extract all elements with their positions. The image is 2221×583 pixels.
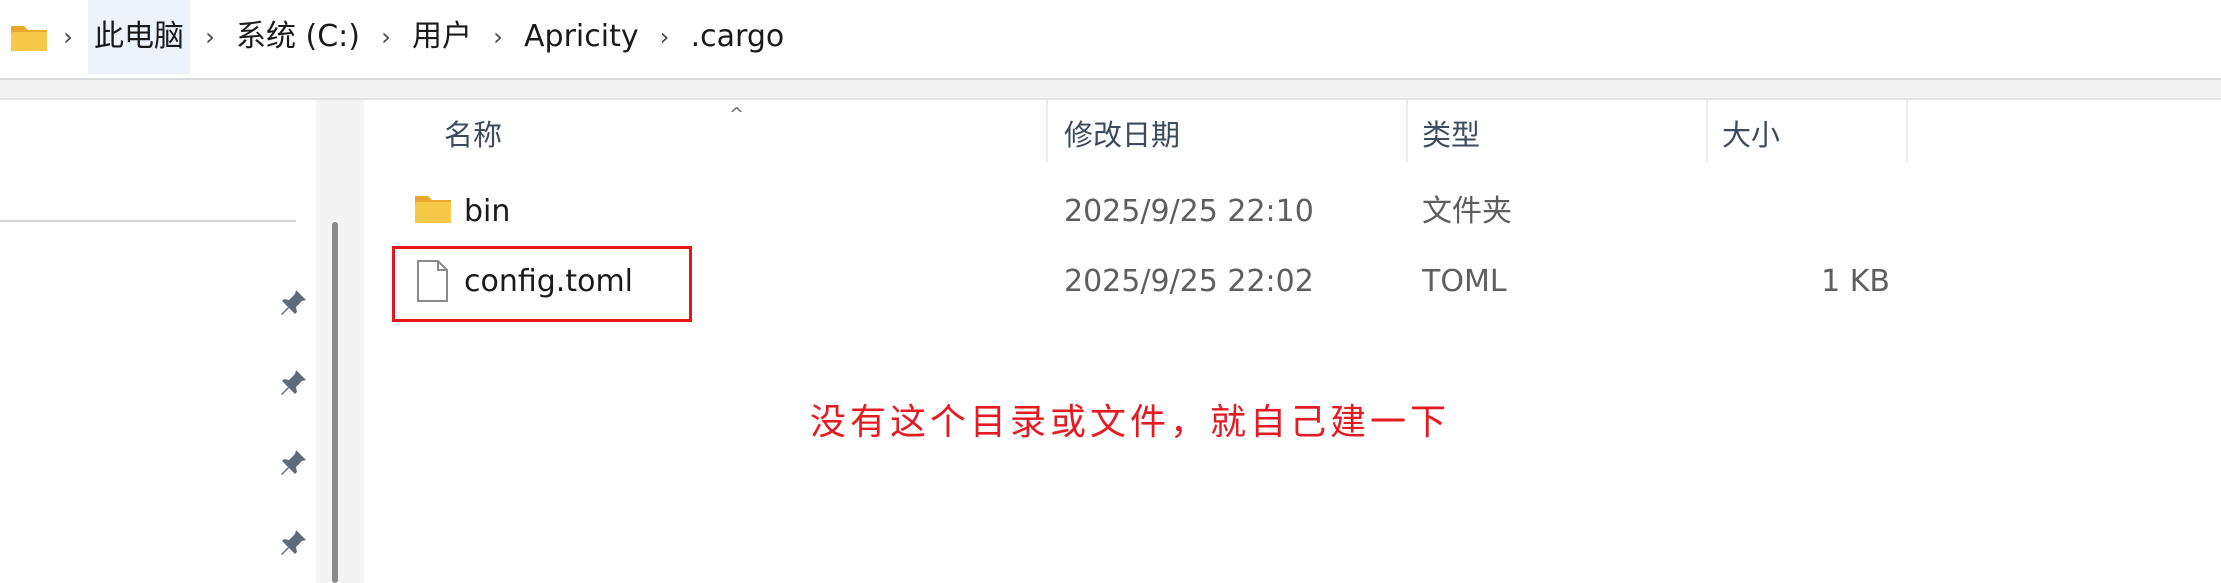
file-type: TOML (1422, 264, 1507, 299)
pin-icon[interactable] (278, 526, 310, 558)
breadcrumb-users[interactable]: 用户 (406, 0, 478, 74)
breadcrumb-drive-c[interactable]: 系统 (C:) (230, 0, 366, 74)
breadcrumb-apricity[interactable]: Apricity (518, 0, 645, 74)
chevron-right-icon[interactable]: › (478, 23, 518, 51)
breadcrumb-this-pc[interactable]: 此电脑 (88, 0, 190, 74)
column-header-name[interactable]: 名称 (444, 100, 502, 170)
chevron-right-icon[interactable]: › (366, 23, 406, 51)
folder-icon (414, 192, 452, 232)
file-size: 1 KB (1821, 264, 1890, 299)
highlight-box (392, 246, 692, 322)
column-header-modified[interactable]: 修改日期 (1064, 100, 1180, 170)
address-bar[interactable]: › 此电脑 › 系统 (C:) › 用户 › Apricity › .cargo (0, 0, 2221, 80)
chevron-right-icon[interactable]: › (48, 23, 88, 51)
folder-icon (10, 22, 48, 52)
file-row-bin[interactable]: bin 2025/9/25 22:10 文件夹 (364, 180, 1864, 244)
chevron-right-icon[interactable]: › (645, 23, 685, 51)
chevron-right-icon[interactable]: › (190, 23, 230, 51)
column-separator[interactable] (1046, 100, 1048, 162)
nav-divider (0, 220, 296, 222)
file-modified: 2025/9/25 22:02 (1064, 264, 1314, 299)
nav-scrollbar-track[interactable] (316, 100, 364, 583)
column-header-type[interactable]: 类型 (1422, 100, 1480, 170)
file-modified: 2025/9/25 22:10 (1064, 194, 1314, 229)
file-size (1722, 180, 1890, 244)
file-type: 文件夹 (1422, 194, 1512, 229)
toolbar-strip (0, 80, 2221, 100)
file-name[interactable]: bin (464, 180, 510, 244)
breadcrumb-cargo[interactable]: .cargo (685, 0, 791, 74)
column-headers: 名称 修改日期 类型 大小 (364, 100, 2221, 170)
pin-icon[interactable] (278, 366, 310, 398)
pin-icon[interactable] (278, 286, 310, 318)
column-separator[interactable] (1406, 100, 1408, 162)
column-separator[interactable] (1706, 100, 1708, 162)
column-separator[interactable] (1906, 100, 1908, 162)
column-header-size[interactable]: 大小 (1722, 100, 1780, 170)
sort-ascending-icon: ^ (729, 104, 745, 125)
annotation-text: 没有这个目录或文件，就自己建一下 (810, 402, 1451, 443)
breadcrumb: › 此电脑 › 系统 (C:) › 用户 › Apricity › .cargo (0, 0, 790, 74)
pin-icon[interactable] (278, 446, 310, 478)
nav-scrollbar-thumb[interactable] (332, 222, 338, 583)
navigation-pane (0, 100, 316, 583)
